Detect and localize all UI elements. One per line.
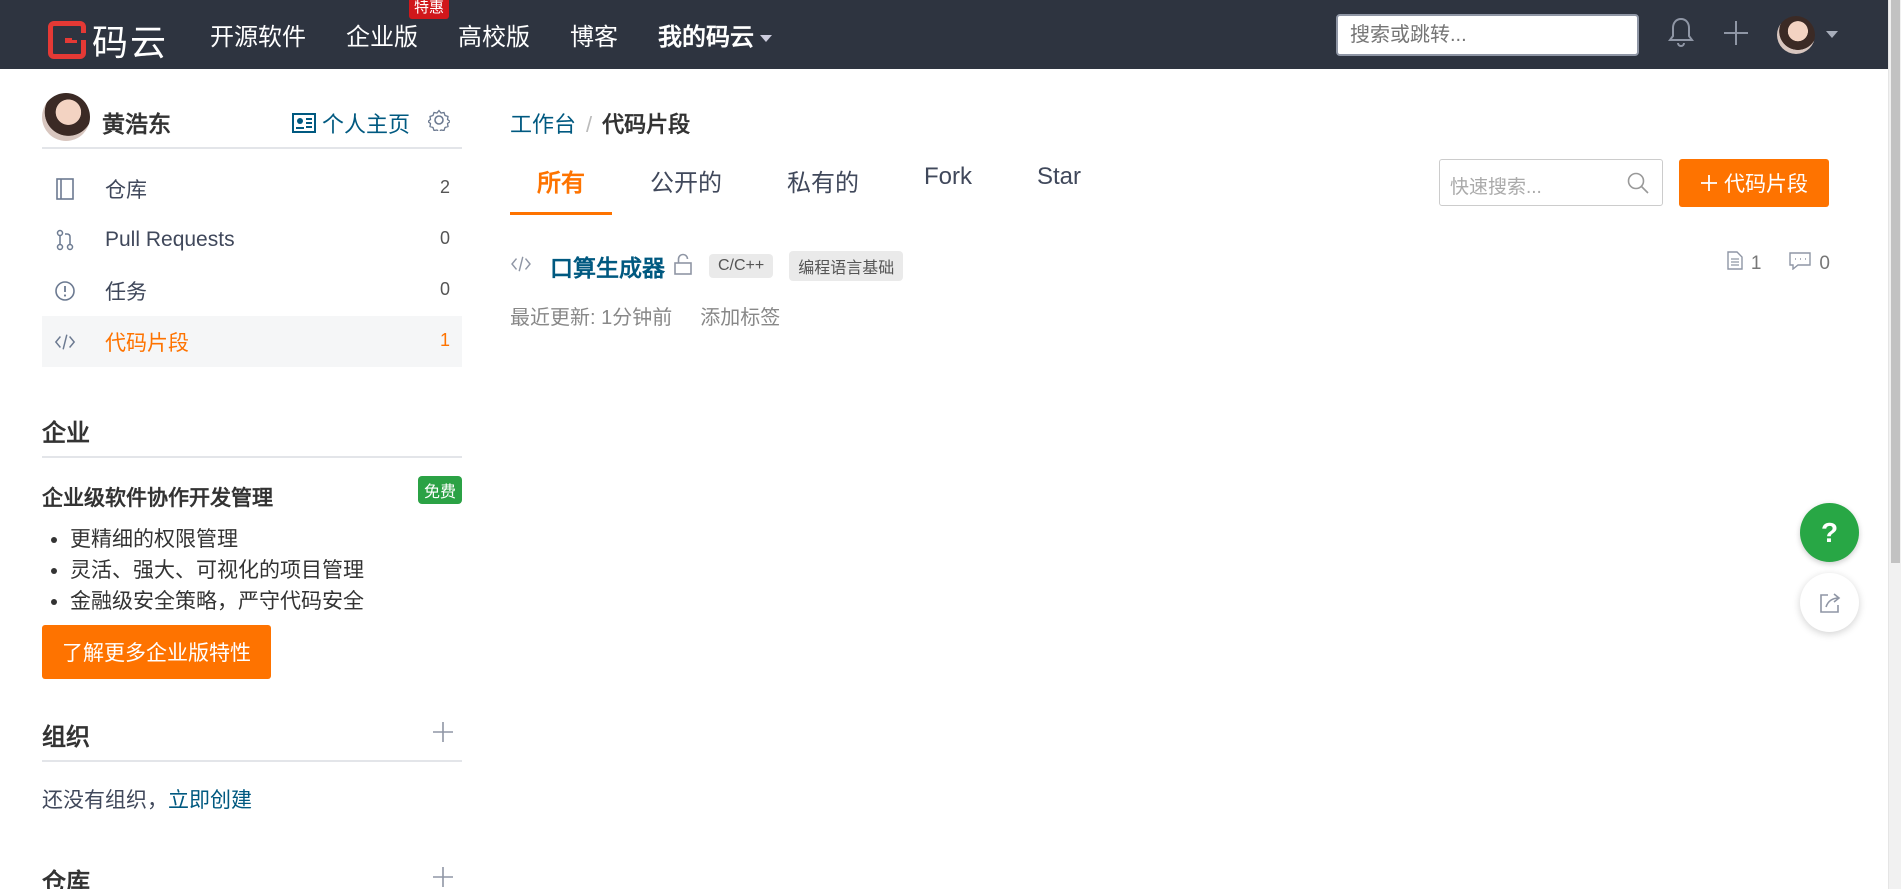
snippet-tabs: 所有 公开的 私有的 Fork Star (510, 163, 1119, 215)
enterprise-learn-more-button[interactable]: 了解更多企业版特性 (42, 625, 271, 679)
snippet-tag[interactable]: C/C++ (709, 254, 774, 278)
nav-enterprise-label: 企业版 (346, 24, 418, 51)
nav-my-gitee[interactable]: 我的码云 (658, 17, 772, 52)
nav-education[interactable]: 高校版 (458, 17, 530, 52)
id-card-icon (292, 113, 316, 133)
sidebar-item-count: 1 (439, 330, 450, 350)
free-badge: 免费 (417, 476, 462, 504)
pull-request-icon (54, 229, 76, 251)
snippet-comments-count: 0 (1819, 252, 1830, 274)
sidebar-item-pull-requests[interactable]: Pull Requests 0 (42, 214, 462, 265)
sidebar-menu: 仓库 2 Pull Requests 0 任务 0 代码片段 1 (42, 163, 462, 367)
enterprise-promo: 企业级软件协作开发管理 免费 (42, 476, 462, 512)
sidebar-item-count: 0 (439, 279, 450, 299)
enterprise-feature-list: 更精细的权限管理 灵活、强大、可视化的项目管理 金融级安全策略，严守代码安全 (42, 524, 462, 617)
share-icon (1819, 592, 1840, 613)
organization-empty-text: 还没有组织， (42, 789, 168, 812)
search-icon[interactable] (1626, 171, 1650, 201)
bell-icon[interactable] (1668, 16, 1694, 55)
nav-blog[interactable]: 博客 (570, 17, 618, 52)
sidebar-item-label: 任务 (105, 280, 147, 304)
list-item: 灵活、强大、可视化的项目管理 (70, 555, 462, 586)
sidebar-item-issues[interactable]: 任务 0 (42, 265, 462, 316)
plus-icon (1701, 175, 1717, 191)
breadcrumb-workbench[interactable]: 工作台 (510, 112, 576, 137)
enterprise-heading: 企业级软件协作开发管理 (42, 487, 273, 510)
repos-section-title: 仓库 (42, 869, 90, 889)
create-organization-link[interactable]: 立即创建 (168, 789, 252, 812)
tab-public[interactable]: 公开的 (623, 163, 749, 215)
top-navbar: 码云 开源软件 企业版 特惠 高校版 博客 我的码云 (0, 0, 1888, 69)
snippet-tag[interactable]: 编程语言基础 (789, 251, 904, 281)
homepage-link[interactable]: 个人主页 (292, 107, 410, 139)
tab-fork[interactable]: Fork (897, 163, 999, 215)
gitee-logo-icon (48, 21, 86, 59)
file-icon (1727, 251, 1743, 276)
list-item: 更精细的权限管理 (70, 524, 462, 555)
code-icon (54, 331, 76, 353)
add-snippet-label: 代码片段 (1724, 173, 1808, 196)
sidebar-item-repos[interactable]: 仓库 2 (42, 163, 462, 214)
logo-text: 码云 (92, 22, 169, 63)
snippet-meta: 最近更新: 1分钟前 添加标签 (510, 301, 1830, 330)
promo-badge: 特惠 (409, 0, 450, 19)
profile-name[interactable]: 黄浩东 (102, 105, 171, 139)
sidebar-item-label: Pull Requests (105, 227, 235, 251)
page: 码云 开源软件 企业版 特惠 高校版 博客 我的码云 黄浩东 (0, 0, 1901, 889)
tab-star[interactable]: Star (1010, 163, 1108, 215)
nav-my-gitee-label: 我的码云 (658, 24, 754, 51)
main-nav: 开源软件 企业版 特惠 高校版 博客 我的码云 (210, 0, 812, 69)
profile-card: 黄浩东 个人主页 (42, 69, 462, 149)
comment-icon (1789, 251, 1812, 276)
list-item: 金融级安全策略，严守代码安全 (70, 586, 462, 617)
sidebar-item-label: 仓库 (105, 178, 147, 202)
user-avatar[interactable] (1777, 16, 1815, 54)
snippet-header: 口算生成器 C/C++ 编程语言基础 1 0 (510, 249, 1830, 283)
global-search-input[interactable] (1336, 14, 1639, 56)
plus-icon[interactable] (1722, 19, 1750, 52)
tab-all[interactable]: 所有 (510, 163, 612, 215)
repos-section: 仓库 (42, 862, 462, 889)
add-repo-icon[interactable] (432, 866, 454, 889)
profile-avatar[interactable] (42, 93, 90, 141)
snippet-files-count: 1 (1750, 252, 1762, 274)
scrollbar[interactable] (1888, 0, 1901, 889)
nav-open-source[interactable]: 开源软件 (210, 17, 306, 52)
gear-icon[interactable] (426, 109, 452, 136)
breadcrumb-separator: / (586, 112, 593, 137)
quick-search-input[interactable]: 快速搜索... (1439, 159, 1663, 206)
organization-section: 组织 (42, 717, 462, 762)
issue-icon (54, 280, 76, 302)
organization-section-title: 组织 (42, 724, 90, 751)
organization-empty-state: 还没有组织，立即创建 (42, 784, 462, 814)
logo[interactable]: 码云 (48, 14, 168, 66)
sidebar-item-count: 2 (439, 177, 450, 197)
breadcrumb-current: 代码片段 (602, 112, 691, 137)
chevron-down-icon (760, 35, 772, 43)
list-item: 口算生成器 C/C++ 编程语言基础 1 0 最近更新: 1分钟前 添加标签 (510, 249, 1830, 330)
snippet-updated: 最近更新: 1分钟前 (510, 307, 673, 329)
snippet-stats: 1 0 (1727, 251, 1830, 276)
add-tag-link[interactable]: 添加标签 (700, 307, 780, 329)
sidebar-item-snippets[interactable]: 代码片段 1 (42, 316, 462, 367)
scrollbar-thumb[interactable] (1891, 0, 1900, 563)
lock-icon (673, 253, 693, 280)
code-icon (510, 255, 532, 278)
sidebar-item-count: 0 (439, 228, 450, 248)
avatar-dropdown-icon[interactable] (1826, 31, 1838, 38)
quick-search-placeholder: 快速搜索... (1450, 177, 1542, 198)
help-button[interactable]: ? (1800, 503, 1859, 562)
tab-private[interactable]: 私有的 (760, 163, 886, 215)
homepage-label: 个人主页 (322, 112, 411, 137)
add-snippet-button[interactable]: 代码片段 (1679, 159, 1829, 207)
sidebar: 黄浩东 个人主页 仓库 2 Pull Requests 0 任务 0 代码片段 … (42, 69, 462, 889)
enterprise-section-title: 企业 (42, 413, 462, 458)
add-organization-icon[interactable] (432, 721, 454, 750)
sidebar-item-label: 代码片段 (105, 331, 189, 355)
breadcrumb: 工作台 / 代码片段 (510, 107, 690, 139)
repository-icon (54, 177, 76, 200)
share-button[interactable] (1800, 573, 1859, 632)
snippet-title[interactable]: 口算生成器 (550, 249, 665, 283)
nav-enterprise[interactable]: 企业版 特惠 (346, 0, 450, 52)
